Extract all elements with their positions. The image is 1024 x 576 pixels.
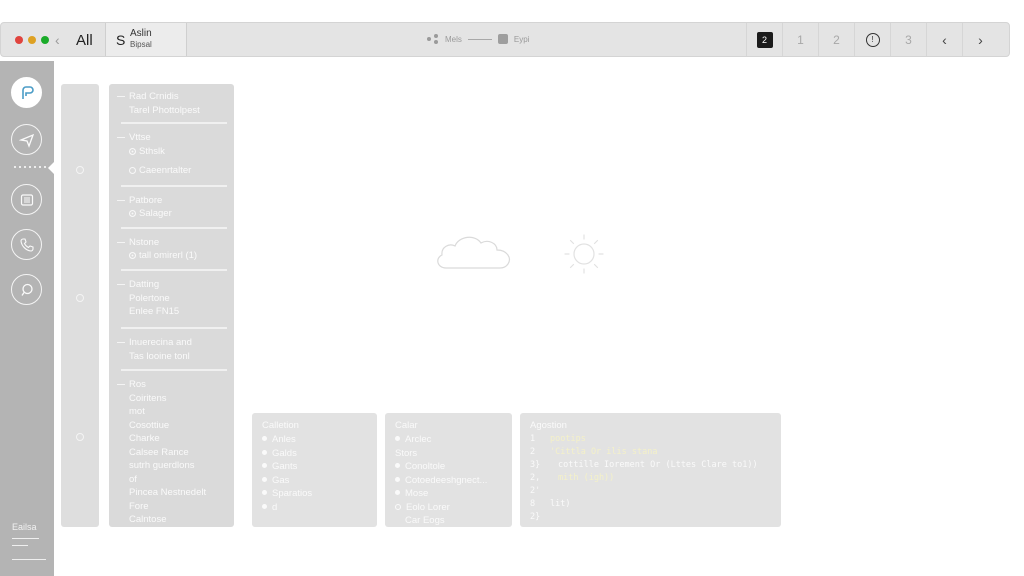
center-navigation: Mels Eypi (427, 34, 529, 44)
rail-app-button[interactable] (11, 77, 42, 108)
maximize-window-button[interactable] (41, 36, 49, 44)
card-title: Calar (395, 420, 418, 431)
send-icon (18, 133, 34, 148)
list-item[interactable]: d (262, 501, 312, 515)
list-option[interactable]: tall omirerl (1) (129, 249, 197, 263)
rail-dot-3[interactable] (76, 433, 84, 441)
control-2[interactable]: 2 (818, 23, 854, 56)
control-1[interactable]: 1 (782, 23, 818, 56)
rail-divider-3 (12, 559, 46, 560)
rail-divider-1 (12, 538, 39, 539)
list-item[interactable]: Cotoedeeshgnect... (395, 474, 487, 488)
control-clock[interactable]: ! (854, 23, 890, 56)
rail-dot-2[interactable] (76, 294, 84, 302)
loading-spinner-icon (564, 234, 604, 274)
rail-chat-button[interactable] (11, 274, 42, 305)
rail-phone-button[interactable] (11, 229, 42, 260)
list-divider (121, 369, 227, 371)
list-item-label: Rad Crnidis Tarel Phottolpest (129, 91, 200, 116)
radio-selected-icon (129, 252, 136, 259)
list-divider (121, 327, 227, 329)
nodes-icon[interactable] (427, 34, 439, 44)
agostion-card: Agostion 1 pootips 2 'Cittla Or ilis stana… (520, 413, 781, 527)
list-item[interactable]: Arclec (395, 433, 487, 447)
list-item[interactable]: Sparatios (262, 487, 312, 501)
list-divider (121, 122, 227, 124)
rail-pointer-icon (48, 162, 54, 174)
right-controls: 2 1 2 ! 3 ‹ › (746, 23, 998, 56)
card-list: Anles Galds Gants Gas Sparatios d (262, 433, 312, 514)
list-item[interactable]: Galds (262, 447, 312, 461)
list-item[interactable]: Car Eogs (395, 514, 487, 528)
close-window-button[interactable] (15, 36, 23, 44)
radio-icon (129, 167, 136, 174)
list-item[interactable]: Stors (395, 447, 487, 461)
code-line: cottille Iorement Or (Lttes Clare to1)) (558, 460, 758, 470)
active-tab[interactable]: S Aslin Bipsal (105, 23, 187, 56)
center-right-label[interactable]: Eypi (514, 35, 530, 44)
rail-list-button[interactable] (11, 184, 42, 215)
control-3[interactable]: 3 (890, 23, 926, 56)
list-item-label: Patbore (129, 195, 163, 206)
list-item[interactable]: Gants (262, 460, 312, 474)
tab-subtitle: Bipsal (130, 40, 152, 49)
active-control-icon: 2 (756, 31, 773, 48)
calar-card: Calar Arclec Stors Conoltole Cotoedeeshg… (385, 413, 512, 527)
list-item-label: Inuerecina and Tas looine tonl (129, 337, 192, 362)
list-item[interactable]: Mose (395, 487, 487, 501)
list-option[interactable]: Salager (129, 207, 172, 221)
control-active[interactable]: 2 (746, 23, 782, 56)
rail-divider-2 (12, 545, 28, 546)
secondary-rail (61, 84, 99, 527)
list-item[interactable]: Anles (262, 433, 312, 447)
chat-icon (20, 283, 33, 296)
radio-selected-icon (129, 148, 136, 155)
window-controls (15, 36, 49, 44)
app-logo-icon (21, 85, 34, 99)
back-chevron-icon[interactable]: ‹ (55, 32, 60, 48)
code-block[interactable]: 1 pootips 2 'Cittla Or ilis stana 3} cottil… (530, 433, 758, 524)
tab-letter: S (116, 32, 126, 48)
clock-icon: ! (865, 32, 880, 47)
phone-icon (19, 237, 34, 252)
rail-separator (14, 166, 46, 168)
list-option[interactable]: Caeenrtalter (129, 164, 191, 178)
list-icon (20, 193, 33, 206)
list-item[interactable]: Conoltole (395, 460, 487, 474)
rail-send-button[interactable] (11, 124, 42, 155)
rail-footer-label[interactable]: Eailsa (12, 522, 37, 532)
list-divider (121, 185, 227, 187)
list-item[interactable]: Eolo Lorer (395, 501, 487, 515)
code-line: mith (igh)) (558, 473, 615, 483)
all-label[interactable]: All (76, 32, 93, 49)
tab-title: Aslin (130, 28, 152, 39)
list-divider (121, 269, 227, 271)
prev-button[interactable]: ‹ (926, 23, 962, 56)
code-line: lit) (550, 499, 571, 509)
next-button[interactable]: › (962, 23, 998, 56)
list-option[interactable]: Sthslk (129, 145, 165, 159)
nav-divider (467, 38, 492, 40)
list-item-label: Vttse (129, 132, 151, 143)
list-panel: Rad Crnidis Tarel Phottolpest Vttse Sths… (109, 84, 234, 527)
list-item-label: Datting Polertone Enlee FN15 (129, 279, 180, 317)
card-title: Calletion (262, 420, 299, 431)
list-item[interactable]: Gas (262, 474, 312, 488)
list-item-label: Nstone (129, 237, 160, 248)
code-line: pootips (550, 434, 586, 444)
collection-card: Calletion Anles Galds Gants Gas Sparatio… (252, 413, 377, 527)
card-title: Agostion (530, 420, 567, 431)
left-rail: Eailsa (0, 61, 54, 576)
rail-dot-1[interactable] (76, 166, 84, 174)
radio-selected-icon (129, 210, 136, 217)
list-item-label: Ros Coiritens mot Cosottiue Charke Calse… (129, 379, 207, 525)
code-line: 'Cittla Or ilis stana (550, 447, 658, 457)
center-left-label[interactable]: Mels (445, 35, 462, 44)
title-bar: ‹ All S Aslin Bipsal Mels Eypi 2 1 2 ! 3… (0, 22, 1010, 57)
card-list: Arclec Stors Conoltole Cotoedeeshgnect..… (395, 433, 487, 528)
minimize-window-button[interactable] (28, 36, 36, 44)
list-divider (121, 227, 227, 229)
square-icon[interactable] (497, 34, 508, 44)
cloud-icon (437, 236, 510, 269)
